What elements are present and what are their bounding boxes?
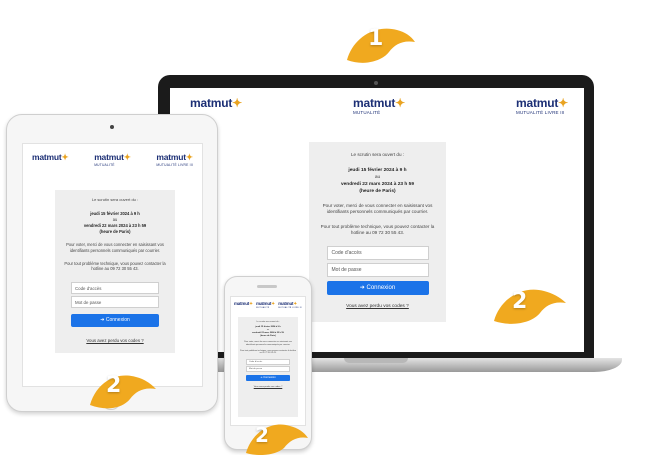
- login-arrow-icon: ➜: [100, 317, 105, 324]
- logo-matmut: matmut✦: [234, 301, 253, 306]
- tablet-screen: matmut✦ matmut✦ MUTUALITÉ matmut✦ MUTUAL…: [22, 143, 203, 387]
- star-icon: ✦: [293, 301, 297, 306]
- login-button[interactable]: ➜ Connexion: [246, 375, 290, 382]
- login-panel: Le scrutin sera ouvert du : jeudi 15 fév…: [55, 190, 175, 353]
- logo-matmut-mutualite-livre-iii: matmut✦ MUTUALITÉ LIVRE III: [156, 152, 193, 167]
- logo-matmut-mutualite: matmut✦ MUTUALITÉ: [256, 301, 275, 309]
- step-number: 2: [512, 289, 528, 314]
- step-badge-2: [90, 375, 156, 409]
- logo-matmut-mutualite: matmut✦ MUTUALITÉ: [353, 96, 405, 115]
- login-panel: Le scrutin sera ouvert du : jeudi 15 fév…: [309, 142, 446, 322]
- forgot-codes-link[interactable]: Vous avez perdu vos codes ?: [238, 386, 298, 388]
- logo-bar: matmut✦ matmut✦ MUTUALITÉ matmut✦ MUTUAL…: [170, 96, 584, 115]
- login-panel: Le scrutin sera ouvert du : jeudi 15 fév…: [238, 317, 298, 417]
- tablet-camera: [110, 125, 114, 129]
- password-input[interactable]: Mot de passe: [71, 296, 159, 309]
- opening-intro: Le scrutin sera ouvert du :: [350, 152, 405, 157]
- forgot-codes-link[interactable]: Vous avez perdu vos codes ?: [309, 304, 446, 309]
- login-button[interactable]: ➜ Connexion: [326, 281, 429, 296]
- voting-dates: jeudi 15 février 2024 à 9 h au vendredi …: [83, 211, 147, 234]
- voting-dates: jeudi 15 février 2024 à 9 h au vendredi …: [252, 326, 284, 337]
- star-icon: ✦: [185, 152, 193, 162]
- star-icon: ✦: [232, 96, 242, 110]
- logo-bar: matmut✦ matmut✦ MUTUALITÉ matmut✦ MUTUAL…: [231, 301, 305, 309]
- access-code-input[interactable]: Code d'accès: [71, 282, 159, 295]
- logo-matmut-mutualite: matmut✦ MUTUALITÉ: [94, 152, 131, 167]
- opening-intro: Le scrutin sera ouvert du :: [256, 321, 280, 323]
- logo-bar: matmut✦ matmut✦ MUTUALITÉ matmut✦ MUTUAL…: [23, 152, 202, 167]
- password-input[interactable]: Mot de passe: [326, 263, 429, 278]
- star-icon: ✦: [61, 152, 69, 162]
- star-icon: ✦: [249, 301, 253, 306]
- star-icon: ✦: [395, 96, 405, 110]
- access-code-input[interactable]: Code d'accès: [326, 246, 429, 261]
- step-badge-2: [246, 424, 308, 455]
- star-icon: ✦: [271, 301, 275, 306]
- logo-matmut: matmut✦: [190, 96, 242, 110]
- login-instructions: Pour voter, merci de vous connecter en s…: [322, 203, 433, 215]
- access-code-input[interactable]: Code d'accès: [246, 359, 290, 366]
- password-input[interactable]: Mot de passe: [246, 366, 290, 373]
- step-number: 2: [106, 373, 122, 398]
- step-number: 1: [368, 26, 384, 51]
- laptop-notch: [344, 358, 408, 363]
- support-text: Pour tout problème technique, vous pouve…: [64, 260, 166, 272]
- support-text: Pour tout problème technique, vous pouve…: [240, 349, 296, 355]
- logo-matmut: matmut✦: [32, 152, 69, 162]
- step-badge-2: [494, 289, 566, 324]
- phone-screen: matmut✦ matmut✦ MUTUALITÉ matmut✦ MUTUAL…: [230, 296, 306, 426]
- star-icon: ✦: [558, 96, 568, 110]
- phone-speaker: [257, 285, 277, 288]
- login-instructions: Pour voter, merci de vous connecter en s…: [66, 242, 164, 253]
- login-arrow-icon: ➜: [359, 285, 365, 292]
- login-button[interactable]: ➜ Connexion: [71, 314, 159, 328]
- logo-matmut-mutualite-livre-iii: matmut✦ MUTUALITÉ LIVRE III: [278, 301, 302, 309]
- support-text: Pour tout problème technique, vous pouve…: [320, 223, 435, 235]
- opening-intro: Le scrutin sera ouvert du :: [91, 197, 139, 202]
- login-instructions: Pour voter, merci de vous connecter en s…: [244, 341, 292, 346]
- step-number: 2: [255, 423, 269, 447]
- voting-dates: jeudi 15 février 2024 à 9 h au vendredi …: [340, 168, 415, 194]
- laptop-camera: [374, 81, 378, 85]
- logo-matmut-mutualite-livre-iii: matmut✦ MUTUALITÉ LIVRE III: [516, 96, 568, 115]
- star-icon: ✦: [123, 152, 131, 162]
- forgot-codes-link[interactable]: Vous avez perdu vos codes ?: [55, 338, 175, 343]
